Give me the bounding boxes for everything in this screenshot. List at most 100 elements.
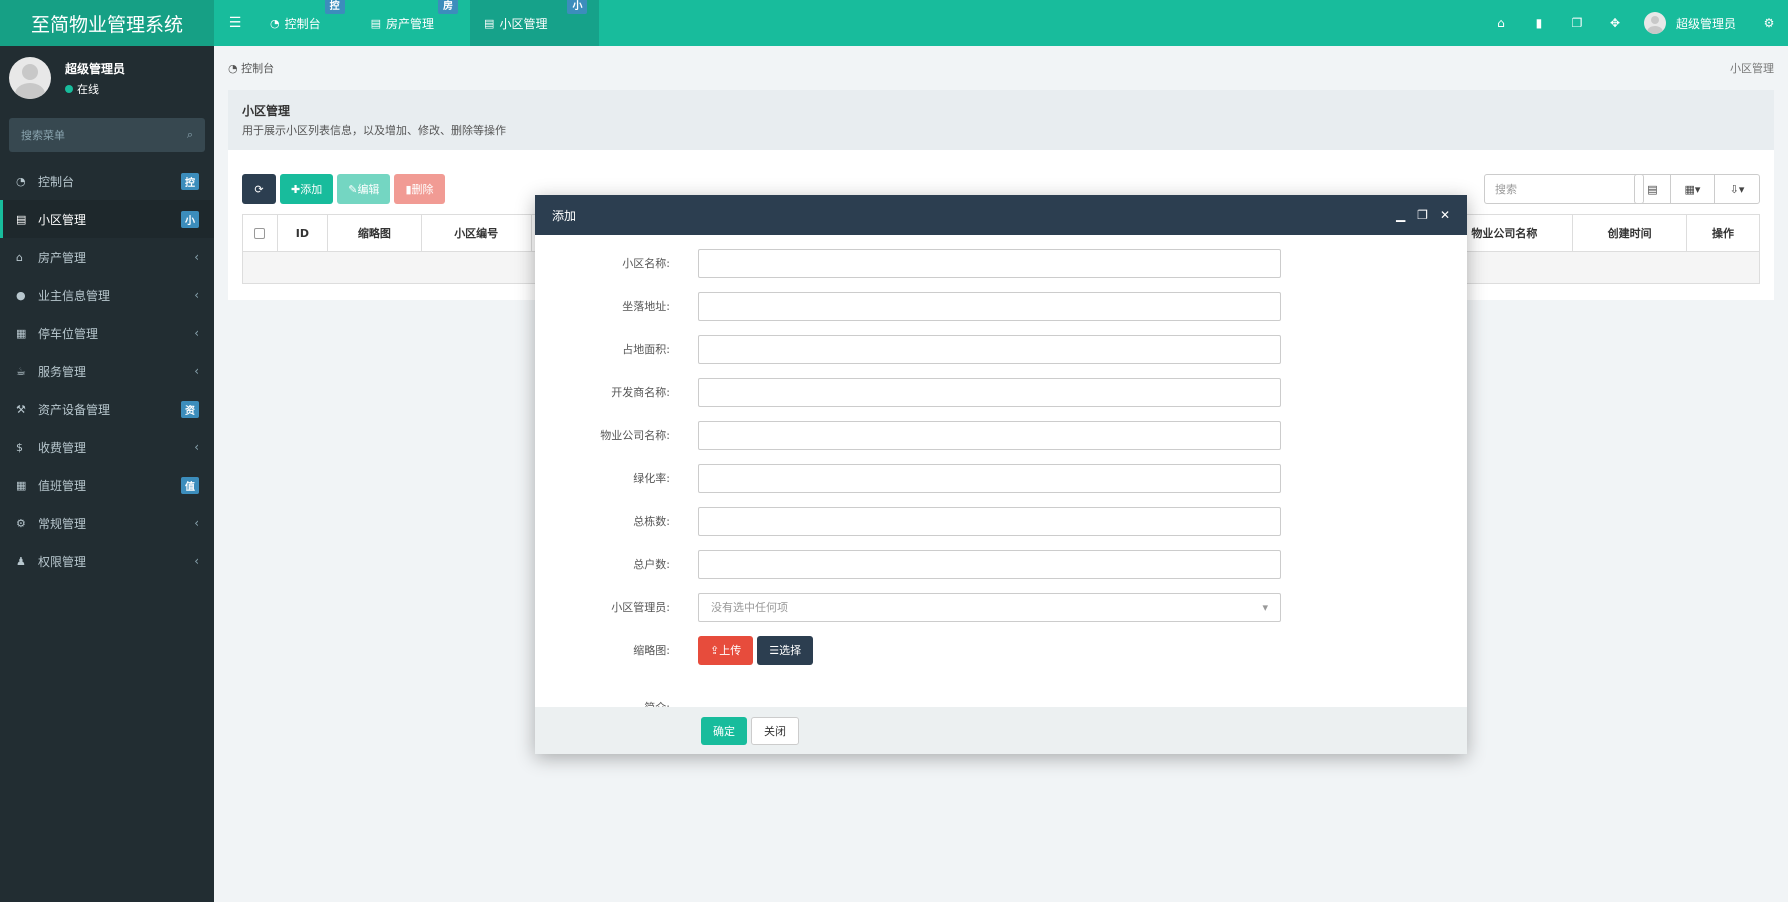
breadcrumb-home[interactable]: 控制台: [241, 62, 274, 75]
calendar-icon: ▦: [16, 478, 27, 492]
sidebar: 超级管理员 在线 搜索菜单 ⌕ ◔ 控制台 控 ▤ 小区管理 小 ⌂ 房产管理 …: [0, 46, 214, 902]
edit-button[interactable]: ✎ 编辑: [337, 174, 391, 204]
form-row-address: 坐落地址:: [535, 291, 1467, 321]
sidebar-item-dashboard[interactable]: ◔ 控制台 控: [0, 162, 214, 200]
area-input[interactable]: [698, 334, 1281, 364]
minimize-icon[interactable]: ▁: [1396, 208, 1405, 222]
columns-icon[interactable]: ▦▾: [1671, 175, 1715, 203]
sidebar-item-general[interactable]: ⚙ 常规管理 ‹: [0, 504, 214, 542]
app-logo[interactable]: 至简物业管理系统: [0, 0, 214, 46]
sidebar-item-label: 服务管理: [38, 364, 87, 379]
address-input[interactable]: [698, 291, 1281, 321]
column-header[interactable]: 创建时间: [1573, 215, 1688, 251]
tab-badge: 小: [567, 0, 588, 14]
dialog-footer: 确定 关闭: [535, 707, 1467, 754]
chevron-left-icon: ‹: [194, 288, 199, 302]
trash-icon[interactable]: ▮: [1520, 16, 1558, 30]
page-description: 用于展示小区列表信息，以及增加、修改、删除等操作: [242, 124, 506, 137]
confirm-button[interactable]: 确定: [701, 716, 747, 745]
top-navbar: 至简物业管理系统 ☰ ◔ 控制台 控 ▤ 房产管理 房 ▤ 小区管理 小 ⌂ ▮…: [0, 0, 1788, 46]
refresh-icon: ⟳: [254, 182, 264, 196]
field-label: 小区管理员:: [611, 601, 670, 614]
select-all-cell: [243, 215, 278, 251]
table-icon: ▤: [370, 16, 382, 30]
chevron-left-icon: ‹: [194, 554, 199, 568]
field-label: 绿化率:: [633, 472, 670, 485]
field-label: 占地面积:: [622, 343, 670, 356]
column-header: 缩略图: [328, 215, 422, 251]
toggle-view-icon[interactable]: ▤: [1635, 175, 1671, 203]
delete-button[interactable]: ▮ 删除: [394, 174, 445, 204]
chevron-left-icon: ‹: [194, 516, 199, 530]
table-icon: ▤: [484, 16, 495, 30]
column-header[interactable]: 小区编号: [422, 215, 532, 251]
delete-label: 删除: [411, 183, 434, 196]
tab-badge: 控: [324, 0, 345, 14]
field-label: 坐落地址:: [622, 300, 670, 313]
select-all-checkbox[interactable]: [254, 227, 266, 239]
user-menu[interactable]: 超级管理员: [1634, 12, 1750, 34]
sidebar-item-label: 控制台: [38, 174, 75, 189]
refresh-button[interactable]: ⟳: [242, 174, 276, 204]
add-button[interactable]: ✚ 添加: [280, 174, 334, 204]
column-header: 操作: [1712, 227, 1735, 240]
avatar: [9, 57, 51, 99]
sidebar-item-label: 房产管理: [38, 250, 87, 265]
field-label: 小区名称:: [622, 257, 670, 270]
sidebar-item-community[interactable]: ▤ 小区管理 小: [0, 200, 214, 238]
sidebar-item-property[interactable]: ⌂ 房产管理 ‹: [0, 238, 214, 276]
sidebar-item-assets[interactable]: ⚒ 资产设备管理 资: [0, 390, 214, 428]
green-rate-input[interactable]: [698, 463, 1281, 493]
plus-icon: ✚: [291, 182, 301, 196]
developer-input[interactable]: [698, 377, 1281, 407]
field-label: 缩略图:: [633, 644, 670, 657]
film-icon: ▦: [16, 326, 27, 340]
menu-toggle-icon[interactable]: ☰: [214, 0, 256, 46]
tab-badge: 房: [438, 0, 459, 14]
sidebar-item-service[interactable]: ☕ 服务管理 ‹: [0, 352, 214, 390]
language-icon[interactable]: ❐: [1558, 16, 1596, 30]
dialog-title: 添加: [552, 208, 577, 223]
fullscreen-icon[interactable]: ✥: [1596, 16, 1634, 30]
sidebar-item-label: 常规管理: [38, 516, 87, 531]
column-header[interactable]: ID: [278, 215, 328, 251]
chevron-left-icon: ‹: [194, 250, 199, 264]
dashboard-icon: ◔: [228, 62, 238, 75]
dialog-header: 添加 ▁ ❐ ✕: [535, 195, 1467, 235]
table-view-tools: ▤ ▦▾ ⇩▾: [1634, 174, 1760, 204]
sidebar-item-parking[interactable]: ▦ 停车位管理 ‹: [0, 314, 214, 352]
manager-select[interactable]: 没有选中任何项 ▾: [698, 592, 1281, 622]
table-search-input[interactable]: 搜索: [1484, 174, 1644, 204]
home-icon[interactable]: ⌂: [1482, 16, 1520, 30]
search-icon[interactable]: ⌕: [187, 128, 193, 142]
dashboard-icon: ◔: [16, 174, 26, 188]
sidebar-search-input[interactable]: 搜索菜单 ⌕: [9, 118, 205, 152]
online-dot-icon: [65, 84, 73, 93]
sidebar-badge: 值: [181, 476, 199, 494]
property-company-input[interactable]: [698, 420, 1281, 450]
building-count-input[interactable]: [698, 506, 1281, 536]
sidebar-item-billing[interactable]: $ 收费管理 ‹: [0, 428, 214, 466]
sidebar-item-permissions[interactable]: ♟ 权限管理 ‹: [0, 542, 214, 580]
maximize-icon[interactable]: ❐: [1417, 208, 1428, 222]
tab-community[interactable]: ▤ 小区管理 小: [470, 0, 600, 46]
household-count-input[interactable]: [698, 549, 1281, 579]
sidebar-item-owners[interactable]: ● 业主信息管理 ‹: [0, 276, 214, 314]
top-tabs: ◔ 控制台 控 ▤ 房产管理 房 ▤ 小区管理 小: [256, 0, 600, 46]
thumbnail-actions: ⇪ 上传 ☰ 选择: [698, 635, 814, 665]
tab-dashboard[interactable]: ◔ 控制台 控: [256, 0, 357, 46]
close-button[interactable]: 关闭: [751, 716, 799, 745]
export-icon[interactable]: ⇩▾: [1715, 175, 1759, 203]
form-row-developer: 开发商名称:: [535, 377, 1467, 407]
close-icon[interactable]: ✕: [1440, 208, 1450, 222]
add-label: 添加: [300, 183, 323, 196]
community-name-input[interactable]: [698, 248, 1281, 278]
field-label: 物业公司名称:: [600, 429, 670, 442]
tab-property[interactable]: ▤ 房产管理 房: [357, 0, 470, 46]
sidebar-item-duty[interactable]: ▦ 值班管理 值: [0, 466, 214, 504]
table-icon: ▤: [16, 212, 27, 226]
settings-icon[interactable]: ⚙: [1750, 16, 1788, 30]
home-icon: ⌂: [16, 250, 23, 264]
choose-button[interactable]: ☰ 选择: [757, 635, 814, 665]
upload-button[interactable]: ⇪ 上传: [698, 635, 754, 665]
